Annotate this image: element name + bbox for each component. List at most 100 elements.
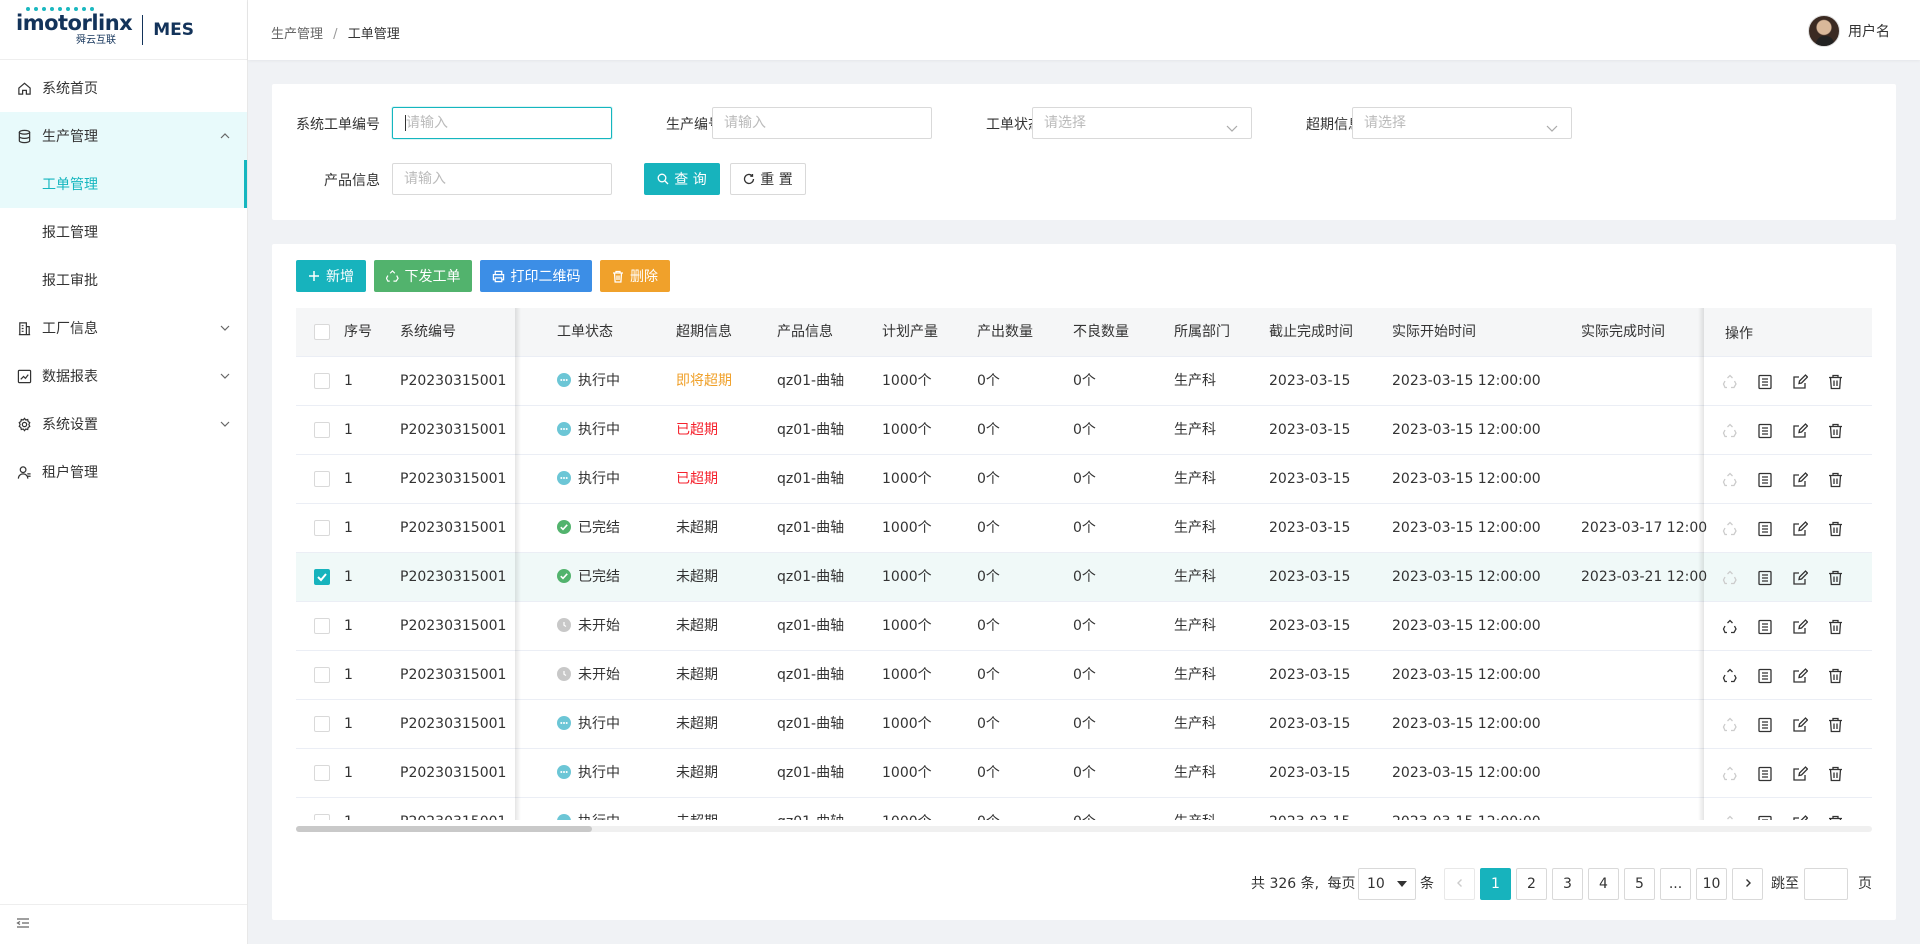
trash-icon[interactable] <box>1826 471 1844 489</box>
table-row[interactable]: 1 P20230315001 执行中 未超期 qz01-曲轴 1000个 0个 0个 生产科 20… <box>296 749 1872 798</box>
detail-icon[interactable] <box>1756 765 1774 783</box>
product-input[interactable]: 请输入 <box>392 163 612 195</box>
table-row[interactable]: 1 P20230315001 执行中 已超期 qz01-曲轴 1000个 0个 0个 生产科 20… <box>296 455 1872 504</box>
row-checkbox[interactable] <box>314 765 330 781</box>
user-menu[interactable]: 用户名 <box>1808 15 1890 47</box>
row-checkbox[interactable] <box>314 618 330 634</box>
cell-idx: 1 <box>344 471 353 487</box>
table-row[interactable]: 1 P20230315001 执行中 已超期 qz01-曲轴 1000个 0个 0个 生产科 20… <box>296 406 1872 455</box>
sidebar-item-factory[interactable]: 工厂信息 <box>0 304 247 352</box>
page-10-button[interactable]: 10 <box>1696 868 1727 900</box>
cell-plan: 1000个 <box>882 520 932 536</box>
select-all-checkbox[interactable] <box>314 324 330 340</box>
edit-icon[interactable] <box>1791 667 1809 685</box>
edit-icon[interactable] <box>1791 520 1809 538</box>
dispatch-icon[interactable] <box>1721 618 1739 636</box>
page-ellipsis[interactable]: ... <box>1660 868 1691 900</box>
reset-button[interactable]: 重 置 <box>730 163 806 195</box>
delete-button[interactable]: 删除 <box>600 260 670 292</box>
row-checkbox[interactable] <box>314 422 330 438</box>
table-row[interactable]: 1 P20230315001 未开始 未超期 qz01-曲轴 1000个 0个 0个 生产科 20… <box>296 602 1872 651</box>
row-checkbox[interactable] <box>314 569 330 585</box>
detail-icon[interactable] <box>1756 667 1774 685</box>
table-row[interactable]: 1 P20230315001 已完结 未超期 qz01-曲轴 1000个 0个 0个 生产科 20… <box>296 504 1872 553</box>
sidebar-item-work-orders[interactable]: 工单管理 <box>0 160 247 208</box>
row-checkbox[interactable] <box>314 373 330 389</box>
cell-overdue: 即将超期 <box>676 373 732 389</box>
trash-icon[interactable] <box>1826 373 1844 391</box>
dispatch-icon[interactable] <box>1721 667 1739 685</box>
order-no-input[interactable]: 请输入 <box>392 107 612 139</box>
sidebar-item-tenants[interactable]: 租户管理 <box>0 448 247 496</box>
cell-status: 已完结 <box>557 504 620 553</box>
page-1-button[interactable]: 1 <box>1480 868 1511 900</box>
jump-page-input[interactable] <box>1804 868 1848 900</box>
row-checkbox[interactable] <box>314 716 330 732</box>
breadcrumb-item[interactable]: 生产管理 <box>271 27 323 42</box>
page-5-button[interactable]: 5 <box>1624 868 1655 900</box>
next-page-button[interactable] <box>1732 868 1763 900</box>
prod-no-input[interactable]: 请输入 <box>712 107 932 139</box>
cell-status: 执行中 <box>557 406 620 455</box>
row-checkbox[interactable] <box>314 520 330 536</box>
sidebar-item-reports[interactable]: 数据报表 <box>0 352 247 400</box>
overdue-select[interactable]: 请选择 <box>1352 107 1572 139</box>
row-checkbox[interactable] <box>314 667 330 683</box>
cell-overdue: 已超期 <box>676 422 718 438</box>
sidebar-item-production[interactable]: 生产管理 <box>0 112 247 160</box>
sidebar-item-settings[interactable]: 系统设置 <box>0 400 247 448</box>
edit-icon[interactable] <box>1791 716 1809 734</box>
row-checkbox[interactable] <box>314 471 330 487</box>
status-select[interactable]: 请选择 <box>1032 107 1252 139</box>
detail-icon[interactable] <box>1756 471 1774 489</box>
edit-icon[interactable] <box>1791 814 1809 820</box>
scrollbar-thumb[interactable] <box>296 826 592 832</box>
table-row[interactable]: 1 P20230315001 执行中 即将超期 qz01-曲轴 1000个 0个 0个 生产科 2… <box>296 357 1872 406</box>
row-checkbox[interactable] <box>314 814 330 820</box>
detail-icon[interactable] <box>1756 814 1774 820</box>
print-qr-button[interactable]: 打印二维码 <box>480 260 592 292</box>
trash-icon[interactable] <box>1826 520 1844 538</box>
trash-icon[interactable] <box>1826 667 1844 685</box>
trash-icon[interactable] <box>1826 814 1844 820</box>
query-button[interactable]: 查 询 <box>644 163 720 195</box>
edit-icon[interactable] <box>1791 618 1809 636</box>
trash-icon[interactable] <box>1826 765 1844 783</box>
trash-icon[interactable] <box>1826 618 1844 636</box>
sidebar-item-work-report[interactable]: 报工管理 <box>0 208 247 256</box>
table-row[interactable]: 1 P20230315001 执行中 未超期 qz01-曲轴 1000个 0个 0个 生产科 20… <box>296 798 1872 820</box>
edit-icon[interactable] <box>1791 765 1809 783</box>
cell-start: 2023-03-15 12:00:00 <box>1392 373 1541 389</box>
trash-icon[interactable] <box>1826 569 1844 587</box>
cell-plan: 1000个 <box>882 667 932 683</box>
table-row[interactable]: 1 P20230315001 已完结 未超期 qz01-曲轴 1000个 0个 0个 生产科 20… <box>296 553 1872 602</box>
detail-icon[interactable] <box>1756 520 1774 538</box>
sidebar-collapse-button[interactable] <box>0 904 247 944</box>
trash-icon[interactable] <box>1826 716 1844 734</box>
horizontal-scrollbar[interactable] <box>296 826 1872 832</box>
detail-icon[interactable] <box>1756 569 1774 587</box>
page-3-button[interactable]: 3 <box>1552 868 1583 900</box>
brand-name: imotorlinx <box>16 7 133 34</box>
dispatch-icon <box>1721 471 1739 489</box>
edit-icon[interactable] <box>1791 373 1809 391</box>
trash-icon[interactable] <box>1826 422 1844 440</box>
edit-icon[interactable] <box>1791 569 1809 587</box>
edit-icon[interactable] <box>1791 422 1809 440</box>
sidebar-item-home[interactable]: 系统首页 <box>0 64 247 112</box>
detail-icon[interactable] <box>1756 618 1774 636</box>
table-row[interactable]: 1 P20230315001 未开始 未超期 qz01-曲轴 1000个 0个 0个 生产科 20… <box>296 651 1872 700</box>
dispatch-button[interactable]: 下发工单 <box>374 260 472 292</box>
detail-icon[interactable] <box>1756 716 1774 734</box>
cell-output: 0个 <box>977 618 1000 634</box>
page-4-button[interactable]: 4 <box>1588 868 1619 900</box>
detail-icon[interactable] <box>1756 373 1774 391</box>
page-size-select[interactable]: 10 <box>1358 868 1416 900</box>
sidebar-item-report-approval[interactable]: 报工审批 <box>0 256 247 304</box>
page-2-button[interactable]: 2 <box>1516 868 1547 900</box>
detail-icon[interactable] <box>1756 422 1774 440</box>
edit-icon[interactable] <box>1791 471 1809 489</box>
prev-page-button[interactable] <box>1444 868 1475 900</box>
table-row[interactable]: 1 P20230315001 执行中 未超期 qz01-曲轴 1000个 0个 0个 生产科 20… <box>296 700 1872 749</box>
add-button[interactable]: 新增 <box>296 260 366 292</box>
